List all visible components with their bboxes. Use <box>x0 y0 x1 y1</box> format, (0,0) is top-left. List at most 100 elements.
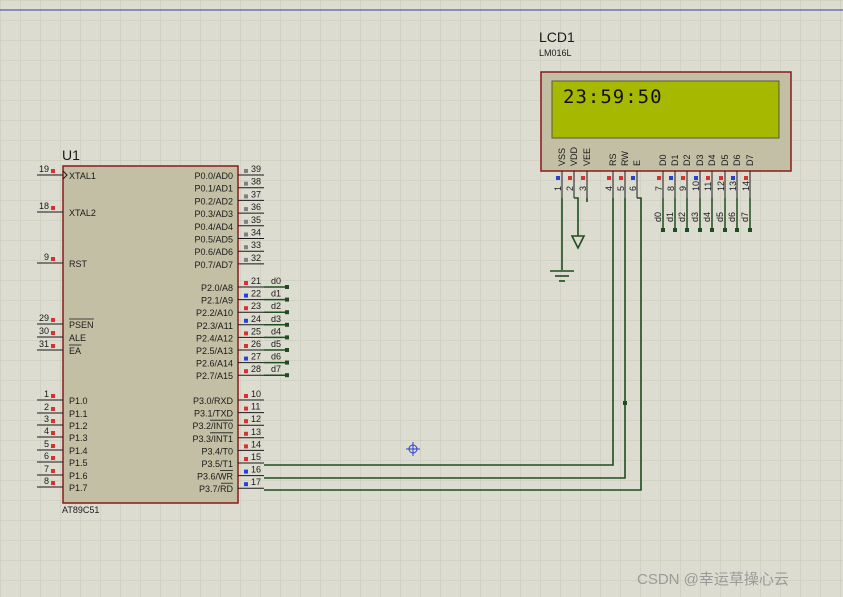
u1-pin-label: P1.5 <box>69 458 88 468</box>
lcd-display-text: 23:59:50 <box>563 86 663 108</box>
u1-pin-number: 17 <box>251 477 261 487</box>
u1-pin-label: EA <box>69 346 81 356</box>
net-label: d3 <box>271 314 281 324</box>
u1-pin-marker <box>244 419 248 424</box>
u1-pin-label: P2.2/A10 <box>196 308 233 318</box>
lcd-pin-marker <box>694 176 698 180</box>
u1-pin-label: PSEN <box>69 320 94 330</box>
lcd-pin-label: VDD <box>569 146 579 166</box>
lcd-pin-marker <box>669 176 673 180</box>
u1-pin-number: 3 <box>44 414 49 424</box>
u1-pin-marker <box>51 469 55 473</box>
u1-pin-marker <box>244 281 248 285</box>
u1-pin-marker <box>244 194 248 199</box>
net-terminal <box>285 322 289 327</box>
u1-pin-marker <box>244 257 248 262</box>
u1-pin-number: 8 <box>44 476 49 486</box>
u1-pin-label: P1.1 <box>69 409 88 419</box>
u1-pin-label: P3.2/INT0 <box>192 421 233 431</box>
net-label: d7 <box>740 212 750 222</box>
lcd-pin-label: D6 <box>732 154 742 166</box>
u1-pin-label: P2.1/A9 <box>201 296 233 306</box>
lcd-pin-marker <box>568 176 572 180</box>
schematic-canvas[interactable]: U1 AT89C51 19XTAL118XTAL29RST29PSEN30ALE… <box>0 0 843 597</box>
u1-pin-marker <box>51 456 55 460</box>
net-label: d6 <box>271 352 281 362</box>
u1-pin-number: 29 <box>39 313 49 323</box>
u1-pin-marker <box>51 419 55 423</box>
u1-pin-marker <box>244 394 248 398</box>
u1-pin-marker <box>244 331 248 336</box>
lcd-pin-number: 1 <box>553 186 563 191</box>
u1-pin-number: 7 <box>44 464 49 474</box>
u1-pin-label: P0.4/AD4 <box>194 222 233 232</box>
net-label: d4 <box>702 212 712 222</box>
lcd-pin-number: 12 <box>716 181 726 191</box>
u1-pin-label: XTAL2 <box>69 208 96 218</box>
net-terminal <box>285 348 289 352</box>
lcd-pin-label: D3 <box>695 154 705 166</box>
net-terminal <box>285 285 289 289</box>
u1-pin-label: P3.1/TXD <box>194 409 234 419</box>
u1-pin-label: P1.6 <box>69 471 88 481</box>
u1-pin-marker <box>244 444 248 449</box>
lcd-pin-number: 14 <box>741 181 751 191</box>
u1-pin-label: P2.5/A13 <box>196 346 233 356</box>
u1-pin-number: 4 <box>44 426 49 436</box>
net-label: d4 <box>271 326 281 336</box>
u1-pin-label: P0.5/AD5 <box>194 235 233 245</box>
watermark: CSDN @幸运草操心云 <box>637 571 789 588</box>
u1-pin-number: 26 <box>251 339 261 349</box>
u1-pin-number: 22 <box>251 289 261 299</box>
u1-pin-label: P0.0/AD0 <box>194 171 233 181</box>
lcd-pin-label: D2 <box>682 154 692 166</box>
u1-pin-marker <box>51 344 55 348</box>
u1-pin-number: 27 <box>251 352 261 362</box>
u1-pin-number: 30 <box>39 326 49 336</box>
u1-pin-label: P0.3/AD3 <box>194 209 233 219</box>
u1-pin-marker <box>244 245 248 250</box>
lcd-pin-number: 11 <box>703 182 713 191</box>
u1-part: AT89C51 <box>62 505 99 515</box>
u1-pin-number: 21 <box>251 276 261 286</box>
u1-pin-number: 24 <box>251 314 261 324</box>
u1-pin-number: 15 <box>251 452 261 462</box>
net-terminal <box>285 297 289 302</box>
u1-pin-label: P1.0 <box>69 396 88 406</box>
u1-pin-marker <box>51 318 55 322</box>
junction-dot <box>623 401 627 405</box>
net-terminal <box>710 228 714 232</box>
lcd-pin-number: 4 <box>604 186 614 191</box>
net-label: d0 <box>271 276 281 286</box>
u1-pin-number: 35 <box>251 215 261 225</box>
u1-pin-number: 36 <box>251 202 261 212</box>
u1-pin-marker <box>244 469 248 474</box>
net-terminal <box>698 228 702 232</box>
u1-pin-label: P1.3 <box>69 433 88 443</box>
u1-pin-label: P0.6/AD6 <box>194 247 233 257</box>
net-label: d2 <box>271 301 281 311</box>
lcd-pin-number: 9 <box>678 186 688 191</box>
lcd-pin-marker <box>581 176 585 180</box>
lcd-pin-label: VSS <box>557 148 567 166</box>
u1-pin-label: P1.7 <box>69 483 88 493</box>
u1-pin-label: XTAL1 <box>69 171 96 181</box>
u1-ref: U1 <box>62 147 80 163</box>
u1-pin-marker <box>244 318 248 323</box>
lcd-part: LM016L <box>539 48 572 58</box>
net-label: d2 <box>677 212 687 222</box>
u1-pin-number: 14 <box>251 439 261 449</box>
net-label: d7 <box>271 364 281 374</box>
u1-pin-number: 11 <box>251 402 260 412</box>
lcd-pin-number: 6 <box>628 186 638 191</box>
lcd-pin-number: 5 <box>616 186 626 191</box>
u1-microcontroller[interactable]: U1 AT89C51 19XTAL118XTAL29RST29PSEN30ALE… <box>37 147 289 515</box>
lcd-pin-marker <box>556 176 560 180</box>
net-terminal <box>661 228 665 232</box>
lcd-pin-marker <box>744 176 748 180</box>
u1-pin-marker <box>244 169 248 173</box>
u1-pin-label: RST <box>69 259 88 269</box>
lcd-pin-marker <box>719 176 723 180</box>
net-terminal <box>285 373 289 378</box>
u1-pin-number: 19 <box>39 164 49 174</box>
